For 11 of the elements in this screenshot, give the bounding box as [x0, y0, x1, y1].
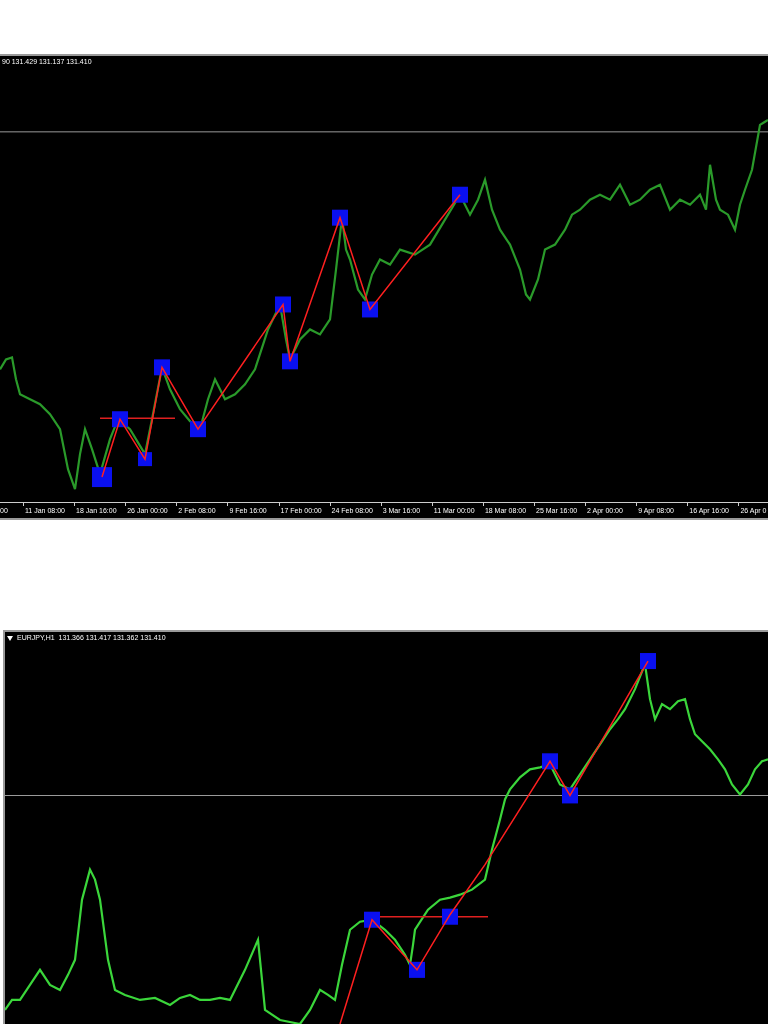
swing-marker [332, 209, 348, 226]
swing-marker [362, 301, 378, 318]
swing-marker [542, 753, 558, 770]
swing-marker [640, 653, 656, 670]
swing-marker [154, 359, 170, 376]
swing-marker [282, 353, 298, 370]
swing-marker [452, 186, 468, 203]
swing-marker [364, 911, 380, 928]
swing-marker [112, 411, 128, 428]
swing-marker [92, 467, 112, 488]
dropdown-icon[interactable] [7, 635, 13, 641]
